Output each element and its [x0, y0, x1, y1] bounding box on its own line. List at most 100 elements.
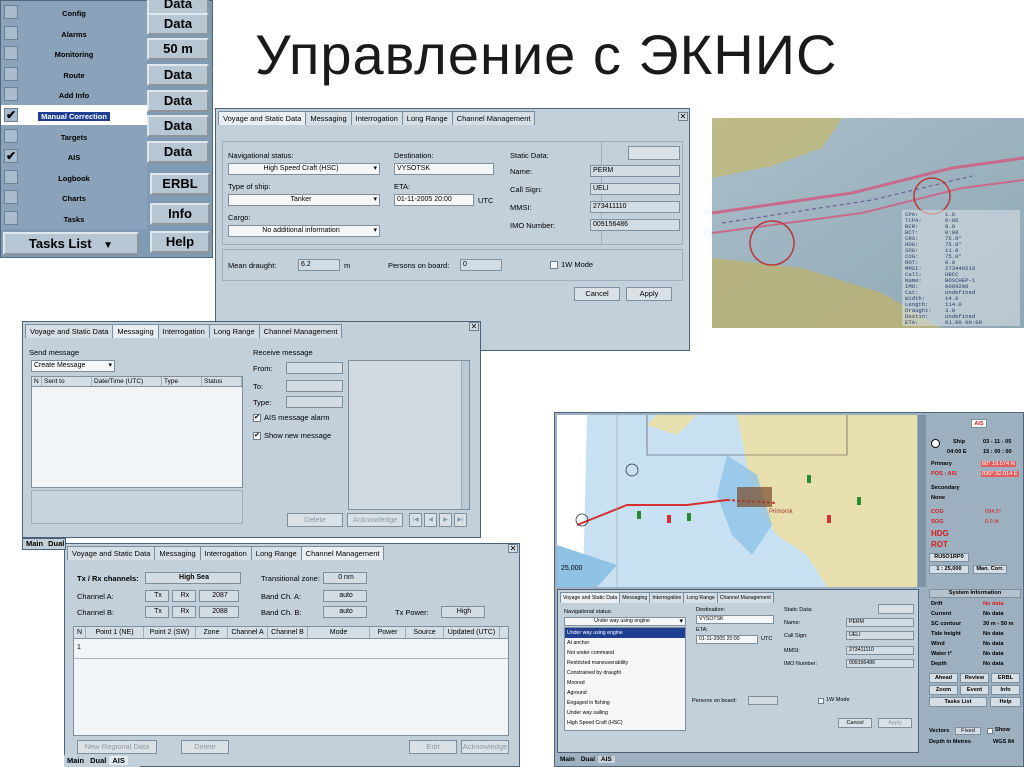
- checkbox-icon[interactable]: ✔: [4, 149, 18, 164]
- mode-tab-main[interactable]: Main: [557, 756, 578, 763]
- list-item[interactable]: Under way sailing: [565, 708, 685, 718]
- nav-status-select[interactable]: High Speed Craft (HSC): [228, 163, 380, 175]
- acknowledge-button[interactable]: Acknowledge: [461, 740, 509, 754]
- menu-item-config[interactable]: Config: [1, 2, 147, 22]
- mode-tab-main[interactable]: Main: [64, 756, 87, 765]
- menu-item-alarms[interactable]: Alarms: [1, 23, 147, 43]
- apply-button[interactable]: Apply: [626, 287, 672, 301]
- review-button[interactable]: Review: [960, 673, 989, 683]
- chart-map[interactable]: 25,000 Primorsk: [557, 415, 917, 587]
- tab-channel-management[interactable]: Channel Management: [451, 111, 536, 125]
- cargo-select[interactable]: No additional information: [228, 225, 380, 237]
- tab-long-range[interactable]: Long Range: [401, 111, 453, 125]
- erbl-button[interactable]: ERBL: [991, 673, 1020, 683]
- destination-input[interactable]: VYSOTSK: [394, 163, 494, 175]
- tab-long-range[interactable]: Long Range: [683, 592, 718, 603]
- checkbox-icon[interactable]: ✔: [4, 108, 18, 122]
- show-checkbox[interactable]: [987, 728, 993, 734]
- draught-field[interactable]: 6.2: [298, 259, 340, 271]
- zoom-button[interactable]: Zoom: [929, 685, 958, 695]
- list-item[interactable]: Restricted maneuverability: [565, 658, 685, 668]
- nav-status-dropdown[interactable]: Under way using engine At anchor Not under…: [564, 627, 686, 731]
- checkbox-icon[interactable]: [4, 169, 18, 184]
- next-page-icon[interactable]: ▶: [439, 513, 452, 527]
- mode-checkbox[interactable]: [550, 261, 558, 269]
- tab-voyage-static[interactable]: Voyage and Static Data: [218, 111, 307, 125]
- tab-long-range[interactable]: Long Range: [250, 546, 302, 560]
- scale-select[interactable]: 1 : 25,000: [929, 565, 969, 574]
- prev-page-icon[interactable]: ◀: [424, 513, 437, 527]
- side-button-info[interactable]: Info: [150, 203, 210, 225]
- static-data-button[interactable]: [628, 146, 680, 160]
- list-item[interactable]: High Speed Craft (HSC): [565, 718, 685, 728]
- menu-item-tasks[interactable]: Tasks: [1, 208, 147, 228]
- tab-voyage-static[interactable]: Voyage and Static Data: [67, 546, 156, 560]
- table-row[interactable]: 1: [74, 639, 508, 659]
- menu-item-logbook[interactable]: Logbook: [1, 167, 147, 187]
- checkbox-icon[interactable]: [4, 66, 18, 81]
- mode-tab-ais[interactable]: AIS: [597, 756, 615, 763]
- tab-long-range[interactable]: Long Range: [208, 324, 260, 338]
- checkbox-icon[interactable]: [4, 87, 18, 102]
- tab-interrogation[interactable]: Interrogation: [649, 592, 685, 603]
- delete-button[interactable]: Delete: [287, 513, 343, 527]
- list-item[interactable]: Moored: [565, 678, 685, 688]
- info-button[interactable]: Info: [991, 685, 1020, 695]
- cancel-button[interactable]: Cancel: [838, 718, 872, 728]
- checkbox-icon[interactable]: [4, 128, 18, 143]
- tab-interrogation[interactable]: Interrogation: [157, 324, 210, 338]
- tab-channel-management[interactable]: Channel Management: [716, 592, 774, 603]
- tab-interrogation[interactable]: Interrogation: [199, 546, 252, 560]
- tab-voyage-static[interactable]: Voyage and Static Data: [25, 324, 114, 338]
- cancel-button[interactable]: Cancel: [574, 287, 620, 301]
- close-icon[interactable]: ✕: [508, 544, 518, 553]
- checkbox-icon[interactable]: [4, 46, 18, 61]
- side-button-data[interactable]: Data: [147, 141, 209, 163]
- side-button-help[interactable]: Help: [150, 231, 210, 253]
- checkbox-icon[interactable]: [4, 190, 18, 205]
- checkbox-icon[interactable]: [4, 25, 18, 40]
- menu-item-charts[interactable]: Charts: [1, 187, 147, 207]
- destination-input[interactable]: VYSOTSK: [696, 615, 774, 624]
- checkbox-icon[interactable]: [4, 5, 18, 19]
- tab-channel-management[interactable]: Channel Management: [258, 324, 343, 338]
- ahead-button[interactable]: Ahead: [929, 673, 958, 683]
- mode-checkbox[interactable]: [818, 698, 824, 704]
- help-button[interactable]: Help: [990, 697, 1021, 707]
- side-button-data[interactable]: Data: [147, 90, 209, 112]
- event-button[interactable]: Event: [960, 685, 989, 695]
- show-checkbox[interactable]: ✔: [253, 432, 261, 440]
- mode-tab-main[interactable]: Main: [23, 539, 46, 548]
- create-message-select[interactable]: Create Message: [31, 360, 115, 372]
- persons-field[interactable]: [748, 696, 778, 705]
- chart-id[interactable]: RU5O1RP0: [929, 553, 969, 562]
- edit-button[interactable]: Edit: [409, 740, 457, 754]
- mode-tab-dual[interactable]: Dual: [46, 539, 66, 548]
- menu-item-add-info[interactable]: Add Info: [1, 84, 147, 104]
- tasks-list-button[interactable]: Tasks List: [929, 697, 987, 707]
- eta-input[interactable]: 01-11-2005 20:00: [394, 194, 474, 206]
- tab-messaging[interactable]: Messaging: [112, 324, 159, 338]
- side-button-50-m[interactable]: 50 m: [147, 38, 209, 60]
- mode-tab-dual[interactable]: Dual: [87, 756, 109, 765]
- static-data-button[interactable]: [878, 604, 914, 614]
- close-icon[interactable]: ✕: [469, 322, 479, 331]
- eta-input[interactable]: 01-11-2005 20:00: [696, 635, 758, 644]
- list-item[interactable]: Under way using engine: [565, 628, 685, 638]
- tab-channel-management[interactable]: Channel Management: [300, 546, 385, 560]
- menu-item-targets[interactable]: Targets: [1, 126, 147, 146]
- acknowledge-button[interactable]: Acknowledge: [347, 513, 403, 527]
- list-item[interactable]: Not under command: [565, 648, 685, 658]
- tab-interrogation[interactable]: Interrogation: [350, 111, 403, 125]
- scrollbar[interactable]: [461, 361, 469, 509]
- tab-messaging[interactable]: Messaging: [305, 111, 352, 125]
- list-item[interactable]: At anchor: [565, 638, 685, 648]
- side-button-data[interactable]: Data: [147, 115, 209, 137]
- mode-tab-dual[interactable]: Dual: [578, 756, 598, 763]
- side-button-data[interactable]: Data: [147, 64, 209, 86]
- apply-button[interactable]: Apply: [878, 718, 912, 728]
- menu-item-route[interactable]: Route: [1, 64, 147, 84]
- menu-item-manual-correction[interactable]: ✔ Manual Correction: [1, 105, 147, 125]
- menu-item-monitoring[interactable]: Monitoring: [1, 43, 147, 63]
- list-item[interactable]: Constrained by draught: [565, 668, 685, 678]
